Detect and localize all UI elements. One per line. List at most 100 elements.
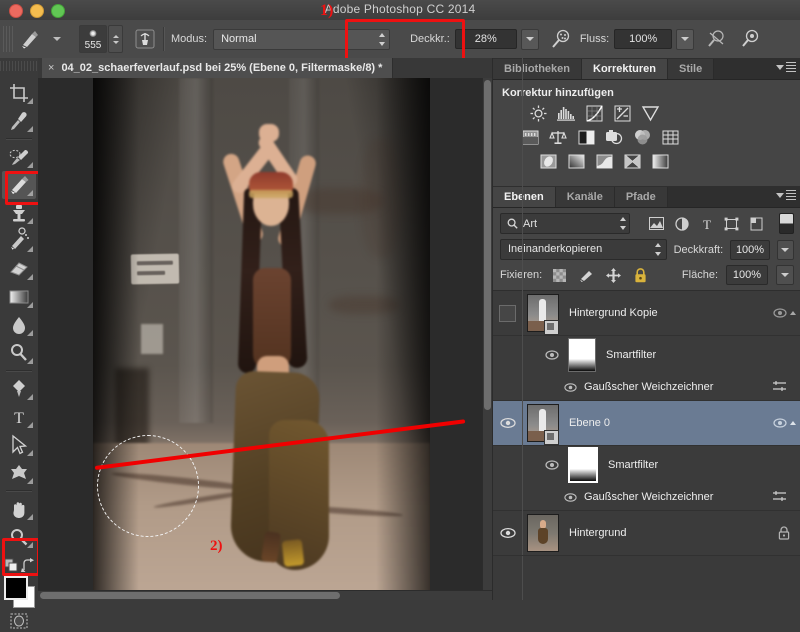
airbrush-icon[interactable] <box>548 27 572 51</box>
selective-color-icon[interactable] <box>623 152 641 170</box>
smart-filter-mask-visibility-toggle[interactable] <box>493 459 568 471</box>
default-colors-icon[interactable] <box>4 558 18 572</box>
panel-menu-icon[interactable] <box>776 62 796 72</box>
smartobject-filter-icon[interactable] <box>747 214 766 233</box>
brush-preset-dropdown[interactable] <box>45 27 69 51</box>
layer-thumbnail-cell[interactable] <box>522 294 564 335</box>
path-selection-tool[interactable] <box>2 431 36 459</box>
flow-dropdown-button[interactable] <box>676 28 695 50</box>
quick-mask-icon[interactable] <box>10 613 28 632</box>
tab-kanaele[interactable]: Kanäle <box>555 187 615 207</box>
layer-effects-cell[interactable] <box>767 307 800 319</box>
filter-blending-options-icon[interactable] <box>772 490 787 505</box>
pen-tool[interactable] <box>2 375 36 403</box>
clone-stamp-tool[interactable] <box>2 199 36 227</box>
lock-transparent-pixels-icon[interactable] <box>550 266 569 285</box>
spot-healing-brush-tool[interactable] <box>2 143 36 171</box>
adjustment-filter-icon[interactable] <box>672 214 691 233</box>
layer-row-hintergrund[interactable]: Hintergrund <box>493 511 800 556</box>
layer-filter-select[interactable]: Art <box>500 213 630 234</box>
levels-icon[interactable] <box>557 104 575 122</box>
layer-visibility-toggle[interactable] <box>493 527 522 539</box>
smart-filter-entry-row[interactable]: Gaußscher Weichzeichner <box>493 58 800 600</box>
brush-tool[interactable] <box>2 171 36 199</box>
pressure-opacity-icon[interactable] <box>704 27 728 51</box>
color-balance-icon[interactable] <box>549 128 567 146</box>
tab-bibliotheken[interactable]: Bibliotheken <box>493 59 583 79</box>
layer-fill-dropdown[interactable] <box>776 265 794 285</box>
smart-filter-entry-row[interactable]: Gaußscher Weichzeichner <box>493 58 800 600</box>
tools-panel-grip[interactable] <box>0 61 38 71</box>
scrollbar-thumb[interactable] <box>484 80 491 410</box>
vibrance-icon[interactable] <box>641 104 659 122</box>
crop-tool[interactable] <box>2 79 36 107</box>
smart-filter-mask-thumbnail[interactable] <box>568 447 598 483</box>
layer-opacity-input[interactable]: 100% <box>730 239 770 260</box>
pixel-filter-icon[interactable] <box>647 214 666 233</box>
layer-visibility-toggle[interactable] <box>493 417 522 429</box>
canvas-vertical-scrollbar[interactable] <box>482 78 492 600</box>
threshold-icon[interactable] <box>595 152 613 170</box>
swap-colors-icon[interactable] <box>21 558 34 572</box>
brightness-contrast-icon[interactable] <box>529 104 547 122</box>
smart-filter-mask-visibility-toggle[interactable] <box>493 349 568 361</box>
canvas-area[interactable]: 2) <box>38 78 492 600</box>
lock-all-icon[interactable] <box>631 266 650 285</box>
scrollbar-thumb[interactable] <box>40 592 340 599</box>
shape-filter-icon[interactable] <box>722 214 741 233</box>
history-brush-tool[interactable] <box>2 227 36 255</box>
filter-enable-toggle[interactable] <box>779 213 794 234</box>
type-tool[interactable]: T <box>2 403 36 431</box>
posterize-icon[interactable] <box>567 152 585 170</box>
tab-korrekturen[interactable]: Korrekturen <box>582 59 668 79</box>
lock-image-pixels-icon[interactable] <box>577 266 596 285</box>
layer-visibility-toggle[interactable] <box>493 304 522 322</box>
brush-size-preview[interactable]: 555 <box>79 25 107 53</box>
color-lookup-icon[interactable] <box>661 128 679 146</box>
eyedropper-tool[interactable] <box>2 107 36 135</box>
photo-filter-icon[interactable] <box>605 128 623 146</box>
opacity-input[interactable]: 28% <box>454 29 517 49</box>
brush-preset-icon[interactable] <box>19 27 43 51</box>
layer-effects-cell[interactable] <box>767 417 800 429</box>
eraser-tool[interactable] <box>2 255 36 283</box>
blend-mode-select[interactable]: Normal <box>213 28 391 50</box>
filter-blending-options-icon[interactable] <box>772 380 787 395</box>
layer-row-ebene-0[interactable]: Ebene 0 <box>493 401 800 446</box>
brush-size-stepper[interactable] <box>108 25 123 53</box>
foreground-color-swatch[interactable] <box>4 576 28 600</box>
filter-visibility-toggle[interactable] <box>493 382 584 393</box>
layer-fill-input[interactable]: 100% <box>726 265 768 285</box>
smart-filter-row[interactable]: Smartfilter <box>493 446 800 484</box>
gradient-map-icon[interactable] <box>651 152 669 170</box>
hand-tool[interactable] <box>2 495 36 523</box>
filter-visibility-toggle[interactable] <box>493 492 584 503</box>
tab-ebenen[interactable]: Ebenen <box>493 187 556 207</box>
expand-arrow-icon[interactable] <box>789 421 796 425</box>
smart-filter-row[interactable]: Smartfilter <box>493 336 800 374</box>
layer-thumbnail[interactable] <box>527 514 559 552</box>
flow-input[interactable]: 100% <box>614 29 673 49</box>
blur-tool[interactable] <box>2 311 36 339</box>
canvas-horizontal-scrollbar[interactable] <box>38 590 492 600</box>
black-white-icon[interactable] <box>577 128 595 146</box>
opacity-dropdown-button[interactable] <box>520 28 539 50</box>
invert-icon[interactable] <box>539 152 557 170</box>
layer-thumbnail-cell[interactable] <box>522 404 564 445</box>
panel-menu-icon[interactable] <box>776 190 796 200</box>
pressure-size-icon[interactable] <box>738 27 762 51</box>
layer-opacity-dropdown[interactable] <box>776 239 794 260</box>
tab-stile[interactable]: Stile <box>667 59 715 79</box>
brush-panel-icon[interactable] <box>133 27 157 51</box>
options-bar-grip[interactable] <box>3 26 13 52</box>
hue-saturation-icon[interactable] <box>521 128 539 146</box>
close-icon[interactable]: × <box>48 58 54 78</box>
layer-row-hintergrund-kopie[interactable]: Hintergrund Kopie <box>493 291 800 336</box>
gradient-tool[interactable] <box>2 283 36 311</box>
color-swatches[interactable] <box>3 575 35 608</box>
lock-position-icon[interactable] <box>604 266 623 285</box>
expand-arrow-icon[interactable] <box>789 311 796 315</box>
type-filter-icon[interactable]: T <box>697 214 716 233</box>
exposure-icon[interactable] <box>613 104 631 122</box>
custom-shape-tool[interactable] <box>2 459 36 487</box>
